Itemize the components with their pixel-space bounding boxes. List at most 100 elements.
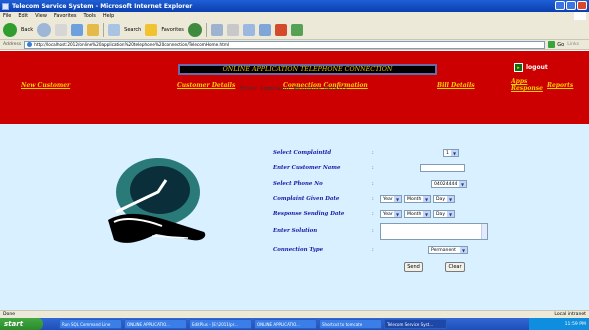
tray-clock[interactable]: 11:59 PM xyxy=(565,322,586,327)
forward-arrow-icon[interactable] xyxy=(37,22,52,37)
given-month-select[interactable]: Month ▼ xyxy=(404,195,431,203)
close-button[interactable] xyxy=(577,1,587,10)
complaint-id-value: 1 xyxy=(446,150,449,156)
given-day-select[interactable]: Day ▼ xyxy=(433,195,455,203)
nav-new-customer[interactable]: New Customer xyxy=(21,82,70,89)
window-controls xyxy=(555,1,587,10)
connection-type-select[interactable]: Permanent ▼ xyxy=(428,246,468,254)
taskbar-item[interactable]: ONLINE APPLICATIO... xyxy=(124,319,187,329)
home-icon[interactable] xyxy=(87,23,100,36)
colon: : xyxy=(372,211,374,217)
menu-file[interactable]: File xyxy=(3,13,11,19)
address-bar: Address http://localhost:2012/online%20a… xyxy=(0,40,589,50)
nav-bill-details[interactable]: Bill Details xyxy=(437,82,475,89)
stop-icon[interactable] xyxy=(55,23,68,36)
research-icon[interactable] xyxy=(290,23,303,36)
clear-button[interactable]: Clear xyxy=(445,262,465,272)
chevron-down-icon: ▼ xyxy=(423,211,430,217)
sending-day-select[interactable]: Day ▼ xyxy=(433,210,455,218)
taskbar-item[interactable]: Shortcut to tomcate xyxy=(319,319,382,329)
windows-logo-icon xyxy=(574,12,586,20)
favorites-button-label[interactable]: Favorites xyxy=(161,27,184,33)
mail-icon[interactable] xyxy=(210,23,223,36)
taskbar-item[interactable]: ONLINE APPLICATIO... xyxy=(254,319,317,329)
menu-view[interactable]: View xyxy=(35,13,47,19)
connection-type-value: Permanent xyxy=(431,247,456,253)
menu-edit[interactable]: Edit xyxy=(18,13,28,19)
colon: : xyxy=(372,247,374,253)
status-bar: Done Local intranet xyxy=(0,310,589,318)
chevron-down-icon: ▼ xyxy=(460,247,467,253)
nav-apps-response[interactable]: Apps Response xyxy=(511,78,543,92)
menu-help[interactable]: Help xyxy=(103,13,114,19)
favorites-star-icon[interactable] xyxy=(145,23,158,36)
status-right: Local intranet xyxy=(554,312,586,317)
sending-month-value: Month xyxy=(407,211,422,217)
browser-toolbar: Back Search Favorites xyxy=(0,20,589,40)
minimize-button[interactable] xyxy=(555,1,565,10)
colon: : xyxy=(372,181,374,187)
phone-no-select[interactable]: 04024444 ▼ xyxy=(431,180,467,188)
go-label: Go xyxy=(557,41,565,48)
maximize-button[interactable] xyxy=(566,1,576,10)
nav-reports[interactable]: Reports xyxy=(547,82,573,89)
taskbar: start Run SQL Command Line ONLINE APPLIC… xyxy=(0,318,589,330)
sending-year-value: Year xyxy=(383,211,393,217)
address-label: Address xyxy=(3,42,22,47)
label-phone-no: Select Phone No xyxy=(273,181,323,187)
menu-tools[interactable]: Tools xyxy=(84,13,96,19)
discuss-icon[interactable] xyxy=(258,23,271,36)
colon: : xyxy=(372,228,374,234)
print-icon[interactable] xyxy=(226,23,239,36)
go-button[interactable]: Go xyxy=(548,41,564,48)
ie-app-icon xyxy=(2,2,9,10)
given-month-value: Month xyxy=(407,196,422,202)
address-input[interactable]: http://localhost:2012/online%20applicati… xyxy=(24,40,546,49)
taskbar-item-active[interactable]: Telecom Service Syst... xyxy=(384,319,447,329)
telephone-hand-illustration xyxy=(108,158,206,243)
window-title: Telecom Service System - Microsoft Inter… xyxy=(12,2,193,10)
nav-customer-details[interactable]: Customer Details xyxy=(177,82,235,89)
taskbar-item[interactable]: EditPlus - [E:\2011\pr... xyxy=(189,319,252,329)
chevron-down-icon: ▼ xyxy=(394,211,401,217)
back-arrow-icon[interactable] xyxy=(3,22,17,37)
label-customer-name: Enter Customer Name xyxy=(273,165,341,171)
edit-icon[interactable] xyxy=(242,23,255,36)
search-icon[interactable] xyxy=(108,23,121,36)
links-label[interactable]: Links xyxy=(567,42,579,47)
colon: : xyxy=(372,150,374,156)
chevron-down-icon: ▼ xyxy=(447,211,454,217)
textarea-scrollbar[interactable] xyxy=(481,224,487,239)
refresh-icon[interactable] xyxy=(71,23,84,36)
logout-icon: ▸ xyxy=(514,63,523,72)
hand-shape xyxy=(108,213,206,243)
messenger-icon[interactable] xyxy=(274,23,287,36)
start-button[interactable]: start xyxy=(0,318,43,330)
quick-launch-area xyxy=(43,318,57,330)
colon: : xyxy=(372,165,374,171)
menu-favorites[interactable]: Favorites xyxy=(54,13,77,19)
sending-year-select[interactable]: Year ▼ xyxy=(380,210,402,218)
complaint-id-select[interactable]: 1 ▼ xyxy=(443,149,459,157)
sending-month-select[interactable]: Month ▼ xyxy=(404,210,431,218)
chevron-down-icon: ▼ xyxy=(423,196,430,202)
colon: : xyxy=(372,196,374,202)
logout-label: logout xyxy=(526,64,548,71)
customer-name-input[interactable] xyxy=(420,164,465,172)
phone-no-value: 04024444 xyxy=(434,181,458,187)
solution-textarea[interactable] xyxy=(380,223,488,240)
toolbar-separator xyxy=(205,22,207,37)
taskbar-item[interactable]: Run SQL Command Line xyxy=(59,319,122,329)
address-url: http://localhost:2012/online%20applicati… xyxy=(34,42,230,47)
label-complaint-id: Select ComplaintId xyxy=(273,150,332,156)
logout-link[interactable]: ▸ logout xyxy=(514,63,548,72)
window-title-bar[interactable]: Telecom Service System - Microsoft Inter… xyxy=(0,0,589,12)
label-solution: Enter Solution xyxy=(273,228,318,234)
page-icon xyxy=(27,42,33,47)
history-icon[interactable] xyxy=(187,22,202,37)
search-button-label[interactable]: Search xyxy=(124,27,141,33)
given-year-select[interactable]: Year ▼ xyxy=(380,195,402,203)
status-left: Done xyxy=(3,312,16,317)
send-button[interactable]: Send xyxy=(404,262,423,272)
back-button-label[interactable]: Back xyxy=(21,27,33,33)
